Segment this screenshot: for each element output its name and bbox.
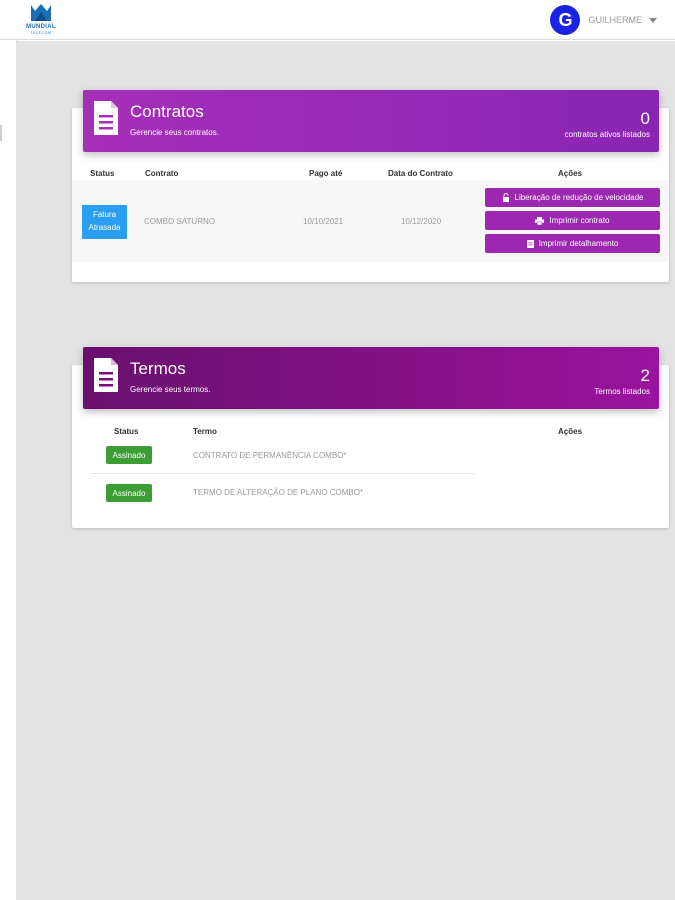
contracts-card: Contratos Gerencie seus contratos. 0 con… bbox=[72, 90, 669, 282]
term-name: CONTRATO DE PERMANÊNCIA COMBO* bbox=[193, 451, 347, 460]
contracts-title: Contratos bbox=[130, 102, 204, 121]
column-header-actions: Ações bbox=[558, 427, 583, 436]
avatar[interactable]: G bbox=[550, 5, 581, 35]
speed-release-button[interactable]: Liberação de redução de velocidade bbox=[485, 188, 660, 207]
contracts-header: Contratos Gerencie seus contratos. 0 con… bbox=[83, 90, 659, 152]
print-contract-button[interactable]: Imprimir contrato bbox=[485, 211, 660, 230]
user-menu[interactable]: G GUILHERME bbox=[550, 5, 657, 35]
contract-date-value: 10/12/2020 bbox=[401, 217, 442, 226]
terms-subtitle: Gerencie seus termos. bbox=[130, 385, 211, 394]
terms-count: 2 bbox=[640, 366, 650, 385]
file-icon bbox=[526, 239, 534, 248]
status-line-2: Atrasada bbox=[88, 223, 121, 232]
print-details-label: Imprimir detalhamento bbox=[538, 239, 619, 248]
row-divider bbox=[91, 473, 476, 474]
column-header-contract-date: Data do Contrato bbox=[388, 169, 453, 178]
status-badge-signed: Assinado bbox=[106, 484, 152, 502]
column-header-status: Status bbox=[114, 427, 139, 436]
speed-release-label: Liberação de redução de velocidade bbox=[514, 193, 644, 202]
status-line-1: Fatura bbox=[92, 210, 117, 219]
status-badge-overdue: Fatura Atrasada bbox=[82, 205, 127, 239]
top-bar: MUNDIAL TELECOM G GUILHERME bbox=[0, 0, 675, 40]
terms-title: Termos bbox=[130, 359, 186, 378]
print-contract-label: Imprimir contrato bbox=[549, 216, 610, 225]
terms-count-label: Termos listados bbox=[594, 387, 650, 396]
user-name[interactable]: GUILHERME bbox=[588, 15, 642, 25]
contracts-count: 0 bbox=[640, 109, 650, 128]
column-header-status: Status bbox=[90, 169, 115, 178]
column-header-actions: Ações bbox=[558, 169, 583, 178]
column-header-term: Termo bbox=[193, 427, 217, 436]
document-icon bbox=[94, 358, 118, 392]
document-icon bbox=[94, 101, 118, 135]
contracts-subtitle: Gerencie seus contratos. bbox=[130, 128, 219, 137]
logo-subtext: TELECOM bbox=[30, 31, 52, 35]
print-icon bbox=[535, 216, 545, 225]
company-logo[interactable]: MUNDIAL TELECOM bbox=[21, 3, 61, 37]
chevron-down-icon[interactable] bbox=[649, 17, 657, 23]
column-header-contract: Contrato bbox=[145, 169, 179, 178]
sidebar-toggle[interactable] bbox=[0, 125, 2, 141]
term-name: TERMO DE ALTERAÇÃO DE PLANO COMBO* bbox=[193, 488, 364, 497]
contract-name: COMBO SATURNO bbox=[144, 217, 215, 226]
unlock-icon bbox=[502, 193, 509, 202]
print-details-button[interactable]: Imprimir detalhamento bbox=[485, 234, 660, 253]
logo-text: MUNDIAL bbox=[26, 24, 56, 30]
terms-card: Termos Gerencie seus termos. 2 Termos li… bbox=[72, 347, 669, 528]
contracts-count-label: contratos ativos listados bbox=[564, 130, 650, 139]
sidebar bbox=[0, 40, 17, 900]
status-badge-signed: Assinado bbox=[106, 446, 152, 464]
logo-icon bbox=[31, 4, 51, 21]
terms-header: Termos Gerencie seus termos. 2 Termos li… bbox=[83, 347, 659, 409]
column-header-paid-until: Pago até bbox=[309, 169, 343, 178]
paid-until-value: 10/10/2021 bbox=[303, 217, 344, 226]
